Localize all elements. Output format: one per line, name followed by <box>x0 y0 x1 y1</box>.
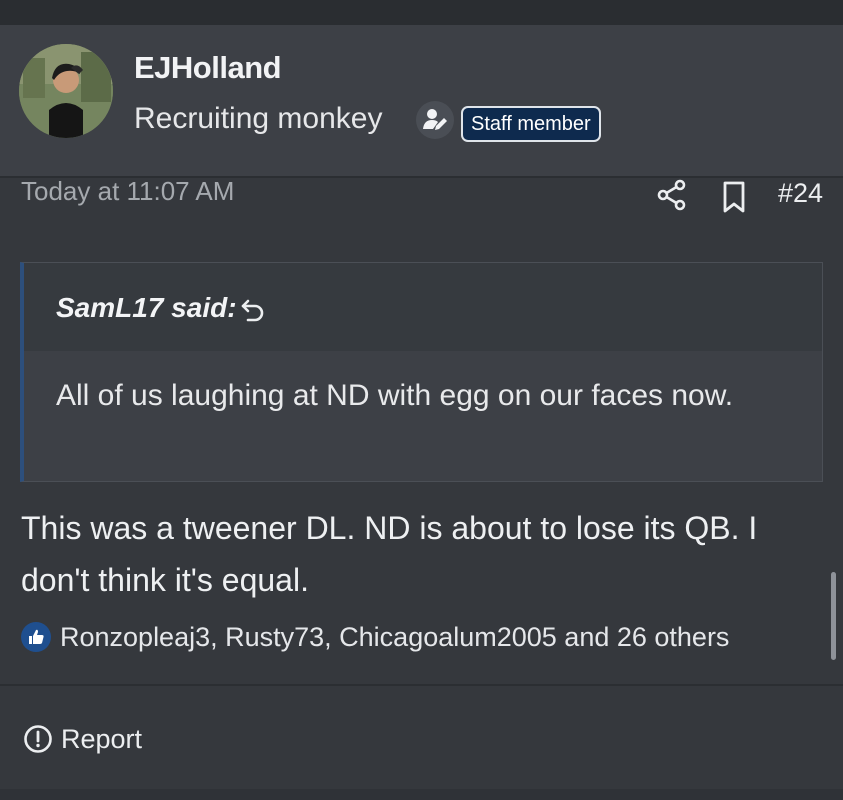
avatar[interactable] <box>19 44 113 138</box>
reply-icon[interactable] <box>240 297 266 323</box>
quote-author[interactable]: SamL17 said: <box>56 292 237 324</box>
quote-text: All of us laughing at ND with egg on our… <box>56 379 734 412</box>
post-date[interactable]: Today at 11:07 AM <box>21 176 234 207</box>
post-number-link[interactable]: #24 <box>778 178 823 209</box>
quote-block: SamL17 said: All of us laughing at ND wi… <box>20 262 823 482</box>
divider <box>0 684 843 686</box>
staff-icon <box>416 101 454 139</box>
author-user-title: Recruiting monkey <box>134 102 383 135</box>
share-icon[interactable] <box>655 178 689 212</box>
scrollbar[interactable] <box>831 572 836 660</box>
staff-member-badge: Staff member <box>461 106 601 142</box>
report-label: Report <box>61 723 143 754</box>
bookmark-icon[interactable] <box>720 180 748 214</box>
reactions-list[interactable]: Ronzopleaj3, Rusty73, Chicagoalum2005 an… <box>60 622 729 653</box>
avatar-image <box>19 44 113 138</box>
like-icon[interactable] <box>21 622 51 652</box>
report-icon <box>24 725 52 753</box>
post-body-text: This was a tweener DL. ND is about to lo… <box>21 510 758 598</box>
quote-header: SamL17 said: <box>24 263 822 351</box>
post-card: EJHolland Recruiting monkey Staff member… <box>0 25 843 789</box>
top-bar <box>0 0 843 25</box>
author-block: EJHolland Recruiting monkey Staff member <box>0 25 843 178</box>
author-username[interactable]: EJHolland <box>134 50 282 86</box>
report-button[interactable]: Report <box>23 722 142 756</box>
